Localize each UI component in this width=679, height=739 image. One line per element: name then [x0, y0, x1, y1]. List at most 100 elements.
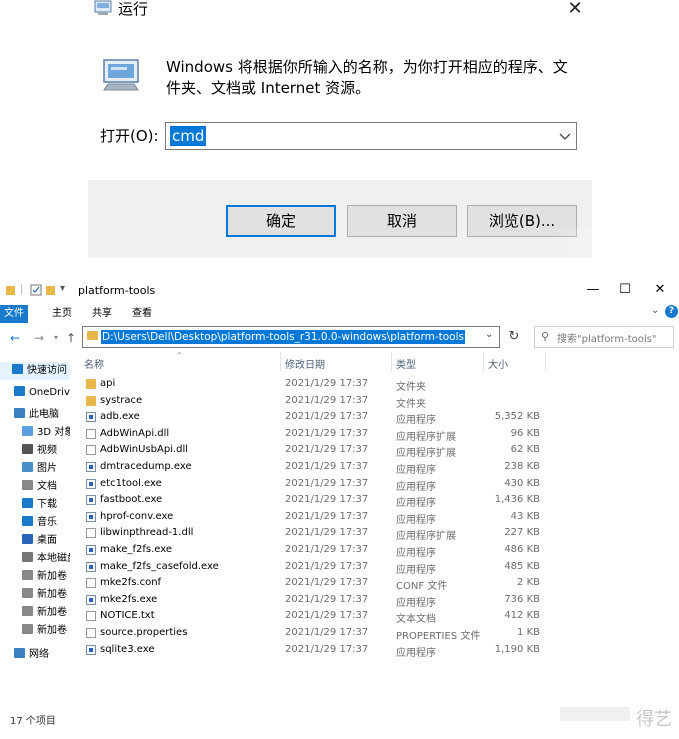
maximize-icon[interactable]: ☐: [610, 280, 640, 302]
sidebar-item[interactable]: 新加卷: [0, 622, 70, 640]
sidebar-item[interactable]: 本地磁盘: [0, 550, 70, 568]
address-row: ← → ▾ ↑ D:\Users\Dell\Desktop\platform-t…: [0, 326, 679, 352]
sidebar-item[interactable]: 网络: [0, 646, 70, 664]
file-row[interactable]: make_f2fs_casefold.exe 2021/1/29 17:37 应用程…: [80, 559, 548, 576]
run-dialog: 运行 ✕ Windows 将根据你所输入的名称，为你打开相应的程序、文件夹、文档…: [88, 0, 679, 258]
file-date: 2021/1/29 17:37: [285, 461, 369, 472]
file-row[interactable]: api 2021/1/29 17:37 文件夹: [80, 376, 548, 393]
close-icon[interactable]: ✕: [562, 0, 588, 22]
tab-view[interactable]: 查看: [128, 305, 156, 323]
sidebar-item-label: 文档: [37, 481, 57, 492]
file-row[interactable]: systrace 2021/1/29 17:37 文件夹: [80, 393, 548, 410]
file-type: 应用程序: [396, 548, 436, 559]
sidebar-item[interactable]: 快速访问: [0, 362, 70, 380]
up-icon[interactable]: ↑: [66, 331, 76, 345]
recent-chevron-icon[interactable]: ▾: [54, 333, 58, 342]
file-row[interactable]: sqlite3.exe 2021/1/29 17:37 应用程序 1,190 KB: [80, 642, 548, 659]
tab-file[interactable]: 文件: [0, 305, 28, 323]
file-row[interactable]: hprof-conv.exe 2021/1/29 17:37 应用程序 43 KB: [80, 509, 548, 526]
sidebar-item[interactable]: 下载: [0, 496, 70, 514]
file-name: AdbWinApi.dll: [100, 427, 170, 439]
file-row[interactable]: etc1tool.exe 2021/1/29 17:37 应用程序 430 KB: [80, 476, 548, 493]
chevron-down-icon[interactable]: [556, 126, 574, 146]
file-row[interactable]: NOTICE.txt 2021/1/29 17:37 文本文档 412 KB: [80, 608, 548, 625]
column-type[interactable]: 类型: [396, 356, 416, 371]
chevron-down-icon[interactable]: ⌄: [485, 329, 493, 340]
application-icon: [86, 412, 96, 423]
sidebar-item[interactable]: 图片: [0, 460, 70, 478]
open-input[interactable]: cmd: [170, 126, 207, 146]
sidebar-item[interactable]: 此电脑: [0, 406, 70, 424]
file-size: 1 KB: [517, 627, 540, 638]
desktop-icon: [22, 534, 33, 544]
properties-icon[interactable]: [30, 284, 42, 296]
sidebar-item[interactable]: 3D 对象: [0, 424, 70, 442]
sidebar-item[interactable]: OneDrive: [0, 384, 70, 402]
file-row[interactable]: mke2fs.exe 2021/1/29 17:37 应用程序 736 KB: [80, 592, 548, 609]
file-row[interactable]: AdbWinApi.dll 2021/1/29 17:37 应用程序扩展 96 KB: [80, 426, 548, 443]
file-type: 应用程序扩展: [396, 431, 456, 443]
cancel-button[interactable]: 取消: [347, 205, 457, 237]
watermark-backdrop: [560, 707, 630, 721]
sidebar-item[interactable]: 音乐: [0, 514, 70, 532]
file-size: 736 KB: [504, 593, 540, 605]
column-date[interactable]: 修改日期: [285, 356, 325, 371]
application-icon: [86, 594, 96, 605]
download-icon: [22, 498, 33, 508]
file-size: 1,190 KB: [494, 643, 540, 655]
file-row[interactable]: adb.exe 2021/1/29 17:37 应用程序 5,352 KB: [80, 409, 548, 426]
sidebar-item-label: 桌面: [37, 535, 57, 546]
ribbon-expand-icon[interactable]: ⌄: [651, 305, 659, 316]
search-placeholder: 搜索"platform-tools": [557, 334, 657, 345]
refresh-icon[interactable]: ↻: [504, 326, 524, 348]
address-input[interactable]: D:\Users\Dell\Desktop\platform-tools_r31…: [101, 330, 465, 344]
sidebar-item[interactable]: 新加卷: [0, 604, 70, 622]
column-divider[interactable]: [391, 352, 392, 372]
file-row[interactable]: dmtracedump.exe 2021/1/29 17:37 应用程序 238 KB: [80, 459, 548, 476]
sidebar-item[interactable]: 新加卷: [0, 568, 70, 586]
search-input[interactable]: ⚲ 搜索"platform-tools": [534, 326, 674, 348]
cloud-icon: [14, 386, 25, 396]
file-row[interactable]: source.properties 2021/1/29 17:37 PROPERTI…: [80, 625, 548, 642]
column-size[interactable]: 大小: [488, 356, 508, 371]
dll-file-icon: [86, 528, 96, 539]
file-row[interactable]: fastboot.exe 2021/1/29 17:37 应用程序 1,436 KB: [80, 492, 548, 509]
music-icon: [22, 516, 33, 526]
document-icon: [86, 628, 96, 638]
run-titlebar: 运行 ✕: [88, 0, 592, 26]
sidebar-item-label: 新加卷: [37, 607, 67, 618]
file-date: 2021/1/29 17:37: [285, 593, 369, 605]
file-type: 应用程序: [396, 514, 436, 526]
application-icon: [86, 561, 96, 572]
file-row[interactable]: AdbWinUsbApi.dll 2021/1/29 17:37 应用程序扩展 62 …: [80, 442, 548, 459]
help-icon[interactable]: ?: [665, 305, 678, 318]
address-bar[interactable]: D:\Users\Dell\Desktop\platform-tools_r31…: [82, 326, 500, 348]
file-row[interactable]: libwinpthread-1.dll 2021/1/29 17:37 应用程序扩展…: [80, 525, 548, 542]
forward-icon[interactable]: →: [34, 331, 44, 345]
file-name: systrace: [100, 394, 143, 406]
column-divider[interactable]: [280, 352, 281, 372]
file-row[interactable]: make_f2fs.exe 2021/1/29 17:37 应用程序 486 KB: [80, 542, 548, 559]
back-icon[interactable]: ←: [10, 331, 20, 345]
column-divider[interactable]: [483, 352, 484, 372]
file-type: 文本文档: [396, 614, 436, 626]
open-combobox[interactable]: cmd: [165, 122, 577, 150]
sidebar-item[interactable]: 新加卷: [0, 586, 70, 604]
column-divider[interactable]: [545, 352, 546, 372]
close-window-icon[interactable]: ✕: [645, 280, 675, 302]
tab-share[interactable]: 共享: [88, 305, 116, 323]
sidebar-item[interactable]: 视频: [0, 442, 70, 460]
file-row[interactable]: mke2fs.conf 2021/1/29 17:37 CONF 文件 2 KB: [80, 575, 548, 592]
file-name: sqlite3.exe: [100, 643, 155, 655]
folder-icon: [87, 331, 98, 340]
ok-button[interactable]: 确定: [226, 205, 336, 237]
new-folder-icon[interactable]: [46, 286, 55, 295]
file-size: 96 KB: [510, 427, 540, 439]
sidebar-item[interactable]: 桌面: [0, 532, 70, 550]
column-name[interactable]: 名称: [84, 356, 104, 371]
application-icon: [86, 495, 96, 506]
minimize-icon[interactable]: —: [578, 280, 608, 302]
sidebar-item[interactable]: 文档: [0, 478, 70, 496]
qat-chevron-icon[interactable]: ▾: [60, 283, 65, 294]
tab-home[interactable]: 主页: [48, 305, 76, 323]
